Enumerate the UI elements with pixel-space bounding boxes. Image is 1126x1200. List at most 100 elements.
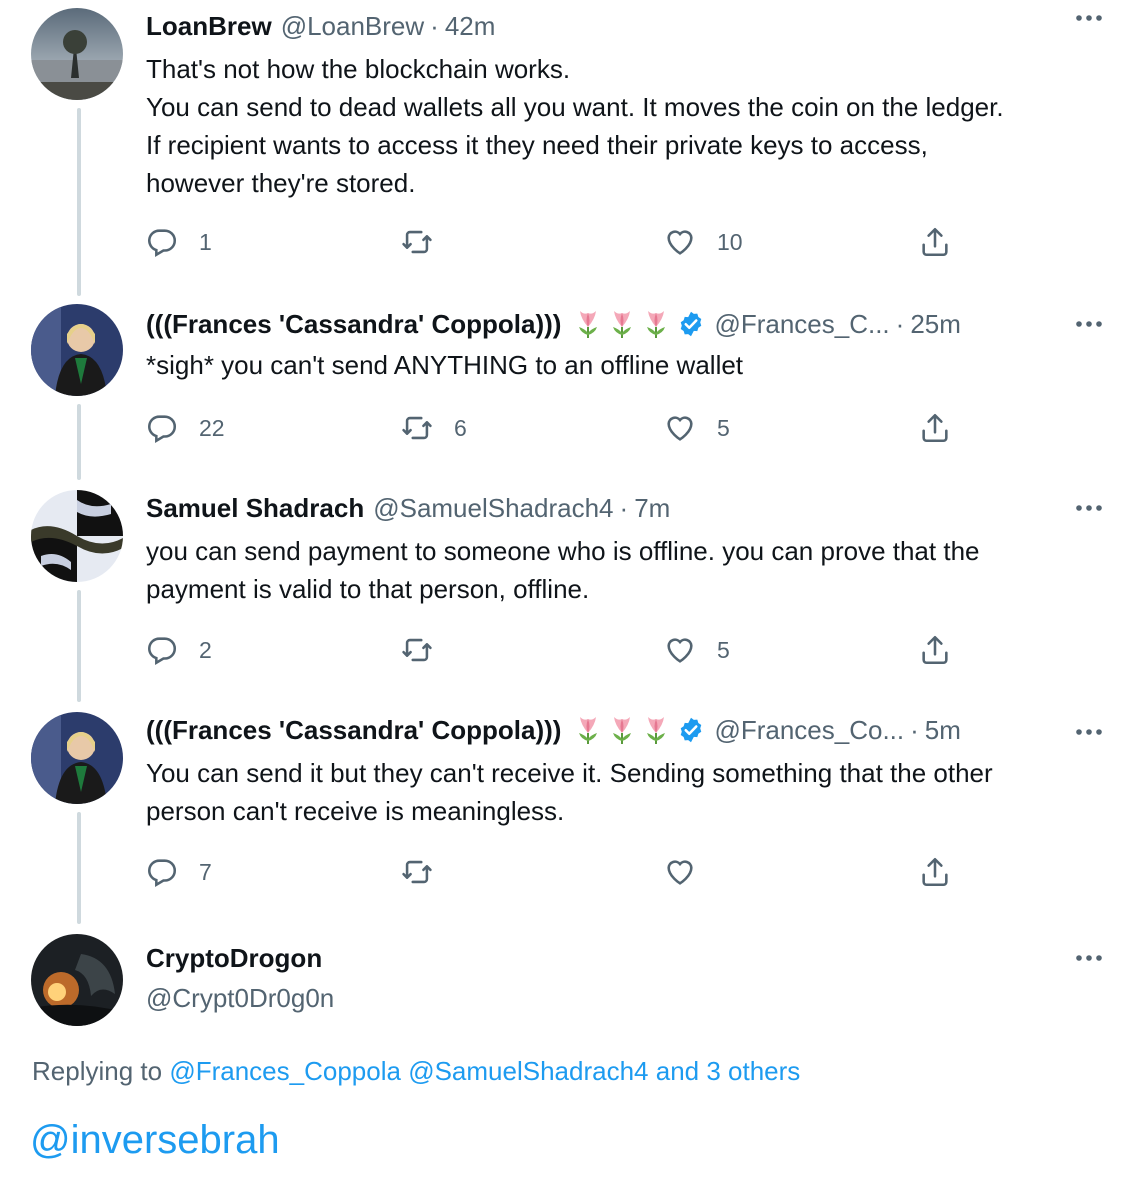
author-handle[interactable]: @Frances_Co... bbox=[714, 715, 904, 746]
more-options-icon[interactable] bbox=[1072, 948, 1106, 968]
author-name[interactable]: Samuel Shadrach bbox=[146, 493, 364, 524]
tweet[interactable]: Samuel Shadrach @SamuelShadrach4 · 7m yo… bbox=[0, 482, 1126, 698]
share-icon bbox=[918, 225, 952, 259]
author-name[interactable]: LoanBrew bbox=[146, 11, 272, 42]
author-handle[interactable]: @Crypt0Dr0g0n bbox=[146, 983, 334, 1014]
tweet-text-line: payment is valid to that person, offline… bbox=[146, 574, 590, 604]
tweet-text-line: You can send it but they can't receive i… bbox=[146, 758, 993, 788]
like-button[interactable] bbox=[663, 852, 717, 892]
tweet-text: That's not how the blockchain works. You… bbox=[146, 50, 1096, 202]
verified-badge-icon bbox=[677, 716, 705, 744]
retweet-button[interactable]: 6 bbox=[400, 408, 467, 448]
name-emoji-group bbox=[571, 715, 673, 745]
timestamp[interactable]: 42m bbox=[445, 11, 496, 42]
verified-badge-icon bbox=[677, 310, 705, 338]
avatar[interactable] bbox=[31, 934, 123, 1026]
tulip-icon bbox=[639, 715, 673, 745]
share-icon bbox=[918, 855, 952, 889]
heart-icon bbox=[663, 855, 697, 889]
replying-to: Replying to @Frances_Coppola @SamuelShad… bbox=[32, 1056, 800, 1087]
timestamp[interactable]: 5m bbox=[925, 715, 961, 746]
avatar[interactable] bbox=[31, 8, 123, 100]
tweet-text-line: person can't receive is meaningless. bbox=[146, 796, 565, 826]
like-button[interactable]: 5 bbox=[663, 408, 730, 448]
tulip-icon bbox=[571, 715, 605, 745]
avatar[interactable] bbox=[31, 304, 123, 396]
tweet-text: You can send it but they can't receive i… bbox=[146, 754, 1096, 830]
share-button[interactable] bbox=[918, 408, 952, 448]
tweet-text-line: You can send to dead wallets all you wan… bbox=[146, 92, 1004, 122]
mention-link[interactable]: @Frances_Coppola bbox=[169, 1056, 401, 1086]
heart-icon bbox=[663, 225, 697, 259]
more-options-icon[interactable] bbox=[1072, 498, 1106, 518]
retweet-button[interactable] bbox=[400, 852, 454, 892]
retweet-button[interactable] bbox=[400, 630, 454, 670]
reply-count: 22 bbox=[199, 414, 225, 441]
tweet[interactable]: LoanBrew @LoanBrew · 42m That's not how … bbox=[0, 0, 1126, 290]
like-button[interactable]: 10 bbox=[663, 222, 743, 262]
like-button[interactable]: 5 bbox=[663, 630, 730, 670]
tweet-text: *sigh* you can't send ANYTHING to an off… bbox=[146, 346, 1096, 384]
share-icon bbox=[918, 633, 952, 667]
share-icon bbox=[918, 411, 952, 445]
action-bar: 7 bbox=[0, 852, 1126, 892]
tulip-icon bbox=[639, 309, 673, 339]
more-options-icon[interactable] bbox=[1072, 8, 1106, 28]
action-bar: 22 6 5 bbox=[0, 408, 1126, 448]
separator-dot: · bbox=[910, 714, 919, 745]
heart-icon bbox=[663, 633, 697, 667]
reply-icon bbox=[145, 855, 179, 889]
others-link[interactable]: and 3 others bbox=[656, 1056, 801, 1086]
name-emoji-group bbox=[571, 309, 673, 339]
tweet[interactable]: (((Frances 'Cassandra' Coppola))) @Franc… bbox=[0, 704, 1126, 920]
tweet-text-line: *sigh* you can't send ANYTHING to an off… bbox=[146, 350, 744, 380]
reply-button[interactable]: 1 bbox=[145, 222, 212, 262]
share-button[interactable] bbox=[918, 222, 952, 262]
author-handle[interactable]: @LoanBrew bbox=[281, 11, 424, 42]
like-count: 5 bbox=[717, 414, 730, 441]
author-name[interactable]: (((Frances 'Cassandra' Coppola))) bbox=[146, 715, 561, 746]
share-button[interactable] bbox=[918, 852, 952, 892]
separator-dot: · bbox=[895, 308, 905, 339]
retweet-button[interactable] bbox=[400, 222, 454, 262]
reply-button[interactable]: 7 bbox=[145, 852, 212, 892]
tweet[interactable]: (((Frances 'Cassandra' Coppola))) @Franc… bbox=[0, 296, 1126, 476]
avatar[interactable] bbox=[31, 490, 123, 582]
mention-link[interactable]: @SamuelShadrach4 bbox=[408, 1056, 648, 1086]
reply-count: 2 bbox=[199, 636, 212, 663]
separator-dot: · bbox=[430, 10, 439, 41]
reply-count: 7 bbox=[199, 858, 212, 885]
author-handle[interactable]: @Frances_C... bbox=[714, 309, 889, 340]
tweet-text-line: you can send payment to someone who is o… bbox=[146, 536, 980, 566]
retweet-icon bbox=[400, 411, 434, 445]
timestamp[interactable]: 25m bbox=[910, 309, 961, 340]
author-name[interactable]: (((Frances 'Cassandra' Coppola))) bbox=[146, 309, 561, 340]
tulip-icon bbox=[605, 715, 639, 745]
tulip-icon bbox=[571, 309, 605, 339]
action-bar: 1 10 bbox=[0, 222, 1126, 262]
tweet-text-line: If recipient wants to access it they nee… bbox=[146, 130, 928, 160]
tweet-text-line: however they're stored. bbox=[146, 168, 416, 198]
reply-text[interactable]: @inversebrah bbox=[30, 1118, 280, 1163]
reply-button[interactable]: 2 bbox=[145, 630, 212, 670]
separator-dot: · bbox=[619, 492, 629, 523]
more-options-icon[interactable] bbox=[1072, 722, 1106, 742]
share-button[interactable] bbox=[918, 630, 952, 670]
reply-button[interactable]: 22 bbox=[145, 408, 225, 448]
reply-icon bbox=[145, 411, 179, 445]
reply-icon bbox=[145, 225, 179, 259]
avatar[interactable] bbox=[31, 712, 123, 804]
author-handle[interactable]: @SamuelShadrach4 bbox=[373, 493, 613, 524]
retweet-icon bbox=[400, 855, 434, 889]
replying-to-label: Replying to bbox=[32, 1056, 163, 1086]
action-bar: 2 5 bbox=[0, 630, 1126, 670]
like-count: 5 bbox=[717, 636, 730, 663]
more-options-icon[interactable] bbox=[1072, 314, 1106, 334]
tweet-text: you can send payment to someone who is o… bbox=[146, 532, 1096, 608]
reply-icon bbox=[145, 633, 179, 667]
retweet-icon bbox=[400, 633, 434, 667]
tulip-icon bbox=[605, 309, 639, 339]
author-name[interactable]: CryptoDrogon bbox=[146, 943, 322, 974]
timestamp[interactable]: 7m bbox=[634, 493, 670, 524]
retweet-icon bbox=[400, 225, 434, 259]
